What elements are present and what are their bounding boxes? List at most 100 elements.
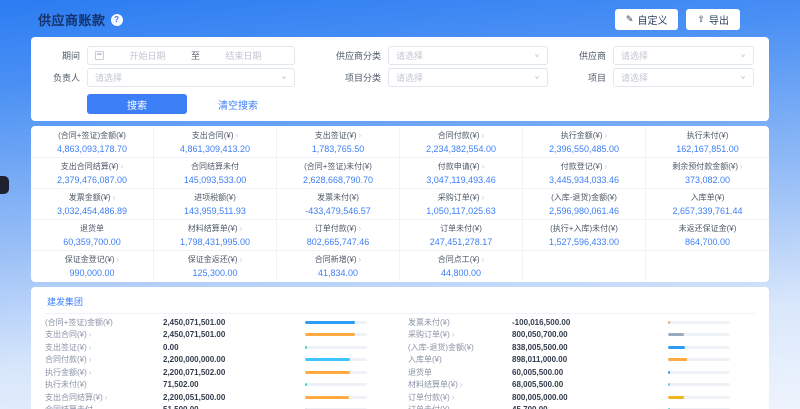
account-metric-label: (合同+签证)金额(¥) — [45, 317, 163, 328]
chevron-right-icon: › — [359, 224, 362, 233]
metric-value: 802,665,747.46 — [279, 237, 397, 247]
project-category-select[interactable]: 请选择 ∨ — [388, 68, 548, 87]
clear-search-link[interactable]: 清空搜索 — [218, 97, 258, 112]
metric-cell[interactable]: 支出合同(¥)› 4,861,309,413.20 — [154, 127, 277, 158]
account-metric-bar — [305, 346, 367, 349]
supplier-select[interactable]: 请选择 ∨ — [613, 46, 754, 65]
export-button-label: 导出 — [709, 12, 729, 27]
start-date-placeholder: 开始日期 — [129, 49, 165, 62]
account-row: 执行金额(¥)›2,200,071,502.00 — [45, 366, 392, 379]
metric-cell[interactable]: 采购订单(¥)›1,050,117,025.63 — [400, 189, 523, 220]
accounts-left-column: (合同+签证)金额(¥)2,450,071,501.00支出合同(¥)›2,45… — [45, 316, 392, 409]
chevron-right-icon: › — [240, 255, 243, 264]
metric-cell[interactable]: 合同点工(¥)›44,800.00 — [400, 251, 523, 281]
metric-value: 2,234,382,554.00 — [402, 144, 520, 154]
metric-cell[interactable]: 执行金额(¥)›2,396,550,485.00 — [523, 127, 646, 158]
metric-value: 1,050,117,025.63 — [402, 206, 520, 216]
search-button[interactable]: 搜索 — [87, 94, 187, 114]
metric-value: 60,359,700.00 — [33, 237, 151, 247]
supplier-category-select[interactable]: 请选择 ∨ — [388, 46, 548, 65]
account-metric-bar — [305, 396, 367, 399]
chevron-right-icon: › — [482, 162, 485, 171]
metric-cell: 未返还保证金(¥)864,700.00 — [646, 220, 769, 251]
metric-cell: (入库-退货)金额(¥)2,596,980,061.46 — [523, 189, 646, 220]
account-metric-label: 退货单 — [408, 367, 512, 378]
metric-label: (合同+签证)金额(¥) — [33, 131, 151, 141]
account-metric-label[interactable]: 支出签证(¥)› — [45, 342, 163, 353]
account-row: (入库-退货)金额(¥)838,005,500.00 — [408, 341, 755, 354]
metric-label: 剩余预付款金额(¥)› — [648, 162, 767, 172]
metric-label: 支出合同(¥)› — [156, 131, 274, 141]
metric-cell[interactable]: 合同新增(¥)›41,834.00 — [277, 251, 400, 281]
calendar-icon — [95, 51, 104, 60]
account-row: 合同结算未付51,500.00 — [45, 404, 392, 409]
metric-label: 合同结算未付 — [156, 162, 274, 172]
account-metric-label[interactable]: 材料结算单(¥)› — [408, 379, 512, 390]
metric-cell[interactable]: 支出合同结算(¥)›2,379,476,087.00 — [31, 158, 154, 189]
metric-cell: (执行+入库)未付(¥)1,527,596,433.00 — [523, 220, 646, 251]
metric-cell[interactable]: 合同付款(¥)›2,234,382,554.00 — [400, 127, 523, 158]
metric-cell[interactable]: 支出签证(¥)›1,783,765.50 — [277, 127, 400, 158]
chevron-right-icon: › — [113, 193, 116, 202]
chevron-right-icon: › — [89, 355, 92, 364]
metric-cell[interactable]: 保证金登记(¥)›990,000.00 — [31, 251, 154, 281]
supplier-category-label: 供应商分类 — [309, 49, 381, 62]
chevron-right-icon: › — [605, 131, 608, 140]
export-button[interactable]: ⇧ 导出 — [686, 9, 740, 30]
project-select[interactable]: 请选择 ∨ — [613, 68, 754, 87]
metric-cell[interactable]: 付款申请(¥)›3,047,119,493.46 — [400, 158, 523, 189]
account-metric-bar — [305, 358, 367, 361]
owner-select[interactable]: 请选择 ∨ — [87, 68, 295, 87]
metric-value: 990,000.00 — [33, 268, 151, 278]
chevron-right-icon: › — [121, 162, 124, 171]
metric-label: 入库单(¥) — [648, 193, 767, 203]
account-metric-label[interactable]: 执行金额(¥)› — [45, 367, 163, 378]
account-metric-label[interactable]: 支出合同(¥)› — [45, 329, 163, 340]
metric-cell: 进项税额(¥)143,959,511.93 — [154, 189, 277, 220]
end-date-placeholder: 结束日期 — [225, 49, 261, 62]
account-metric-label[interactable]: 订单付款(¥)› — [408, 392, 512, 403]
account-metric-bar — [305, 333, 367, 336]
metric-cell[interactable]: 订单付款(¥)›802,665,747.46 — [277, 220, 400, 251]
supplier-name-link[interactable]: 建发集团 — [45, 292, 755, 314]
chevron-right-icon: › — [89, 343, 92, 352]
metric-cell: 合同结算未付 145,093,533.00 — [154, 158, 277, 189]
metric-value: 2,657,339,761.44 — [648, 206, 767, 216]
account-metric-label[interactable]: 采购订单(¥)› — [408, 329, 512, 340]
metric-cell[interactable]: 剩余预付款金额(¥)›373,082.00 — [646, 158, 769, 189]
metric-cell[interactable]: 付款登记(¥)›3,445,934,033.46 — [523, 158, 646, 189]
metric-cell[interactable]: 发票金额(¥)›3,032,454,486.89 — [31, 189, 154, 220]
metric-cell[interactable]: 材料结算单(¥)›1,798,431,995.00 — [154, 220, 277, 251]
account-row: (合同+签证)金额(¥)2,450,071,501.00 — [45, 316, 392, 329]
chevron-right-icon: › — [236, 131, 239, 140]
metric-cell: 执行未付(¥)162,167,851.00 — [646, 127, 769, 158]
metric-label: 合同点工(¥)› — [402, 255, 520, 265]
metric-value: -433,479,546.57 — [279, 206, 397, 216]
chevron-right-icon: › — [452, 330, 455, 339]
page-title: 供应商账款 — [38, 10, 106, 29]
chevron-right-icon: › — [359, 255, 362, 264]
account-metric-value: 68,005,500.00 — [512, 380, 563, 389]
account-metric-bar — [668, 396, 730, 399]
metric-cell[interactable]: 保证金返还(¥)›125,300.00 — [154, 251, 277, 281]
account-metric-value: 45,700.00 — [512, 405, 548, 409]
chevron-right-icon: › — [452, 393, 455, 402]
filter-panel: 期间 开始日期 至 结束日期 供应商分类 请选择 ∨ 供应商 请选择 ∨ 负责人 — [31, 37, 769, 121]
date-range-input[interactable]: 开始日期 至 结束日期 — [87, 46, 295, 65]
metric-label: (执行+入库)未付(¥) — [525, 224, 643, 234]
chevron-right-icon: › — [89, 368, 92, 377]
supplier-accounts-section: 建发集团 (合同+签证)金额(¥)2,450,071,501.00支出合同(¥)… — [31, 287, 769, 409]
account-metric-label[interactable]: 支出合同结算(¥)› — [45, 392, 163, 403]
metrics-summary-grid: (合同+签证)金额(¥)4,863,093,178.70支出合同(¥)›4,86… — [31, 126, 769, 282]
account-metric-value: 51,500.00 — [163, 405, 199, 409]
help-icon[interactable]: ? — [111, 14, 123, 26]
customize-button[interactable]: ✎ 自定义 — [615, 9, 679, 30]
account-metric-value: 800,050,700.00 — [512, 330, 568, 339]
chevron-down-icon: ∨ — [534, 74, 540, 80]
metric-value: 145,093,533.00 — [156, 175, 274, 185]
sidebar-collapse-handle[interactable] — [0, 176, 9, 194]
chevron-right-icon: › — [105, 393, 108, 402]
metric-value: 4,861,309,413.20 — [156, 144, 274, 154]
account-metric-label[interactable]: 合同付款(¥)› — [45, 354, 163, 365]
account-row: 材料结算单(¥)›68,005,500.00 — [408, 379, 755, 392]
